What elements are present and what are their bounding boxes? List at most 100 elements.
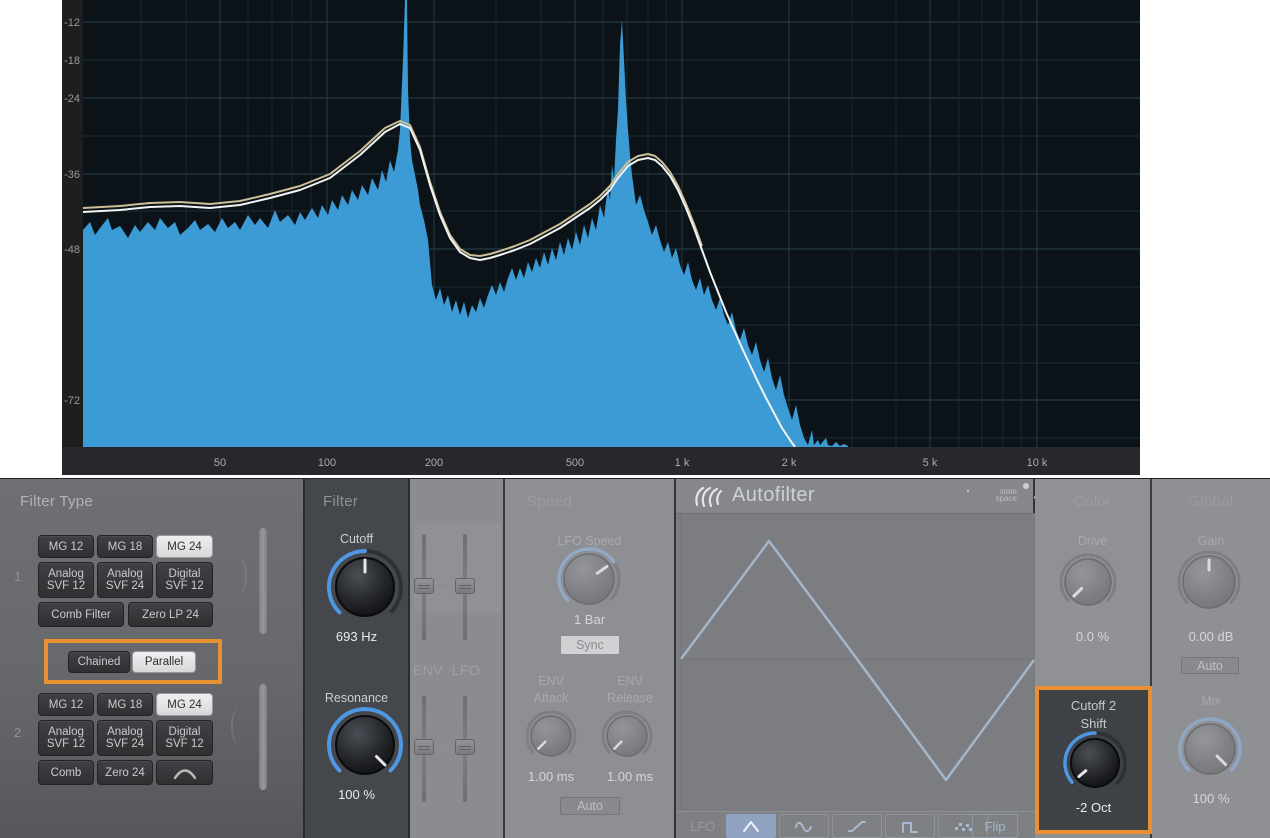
- lfo1-slider-handle[interactable]: [455, 578, 475, 594]
- decorative-arc: [231, 707, 247, 745]
- plugin-header: Autofilter statespace: [676, 479, 1033, 513]
- random-wave-icon: [953, 819, 973, 834]
- drive-label: Drive: [1035, 534, 1150, 548]
- plugin-title: Autofilter: [732, 484, 815, 507]
- env-release-knob[interactable]: [599, 708, 655, 764]
- color-section: Color Drive 0.0 % Cutoff 2 Shift -2 Oct: [1035, 479, 1152, 838]
- filter2-analog-svf12-button[interactable]: AnalogSVF 12: [38, 720, 94, 756]
- filter-title: Filter: [323, 493, 358, 510]
- gain-label: Gain: [1152, 534, 1270, 548]
- filter1-mg18-button[interactable]: MG 18: [97, 535, 153, 558]
- mod1-minus-sign: [439, 584, 451, 587]
- lfo-speed-knob[interactable]: [555, 545, 623, 613]
- filter1-analog-svf12-button[interactable]: AnalogSVF 12: [38, 562, 94, 598]
- triangle-wave-icon: [741, 819, 761, 834]
- svg-text:100: 100: [318, 457, 336, 469]
- filter2-morph-slider[interactable]: [259, 684, 267, 790]
- lfo-waveform-ramp-button[interactable]: [832, 814, 882, 838]
- drive-value: 0.0 %: [1035, 629, 1150, 644]
- lfo2-slider-handle[interactable]: [455, 739, 475, 755]
- gain-knob[interactable]: [1175, 548, 1243, 616]
- svg-text:500: 500: [566, 457, 584, 469]
- filter1-analog-svf24-button[interactable]: AnalogSVF 24: [97, 562, 153, 598]
- decorative-arc: [231, 557, 247, 595]
- env2-slider-handle[interactable]: [414, 739, 434, 755]
- ramp-wave-icon: [847, 819, 867, 834]
- cutoff-knob[interactable]: [325, 547, 405, 627]
- mod2-minus-sign: [439, 745, 451, 748]
- svg-text:50: 50: [214, 457, 226, 469]
- mix-value: 100 %: [1152, 791, 1270, 806]
- filter1-digital-svf12-button[interactable]: DigitalSVF 12: [156, 562, 213, 598]
- cutoff2-shift-group: Cutoff 2 Shift -2 Oct: [1035, 686, 1152, 834]
- svg-text:-36: -36: [64, 169, 80, 181]
- cutoff2-shift-knob[interactable]: [1061, 729, 1129, 797]
- env-attack-value: 1.00 ms: [511, 769, 591, 784]
- env-attack-label: ENVAttack: [511, 673, 591, 707]
- env-release-label: ENVRelease: [590, 673, 670, 707]
- lfo-bar-label: LFO: [690, 819, 715, 834]
- svg-text:-12: -12: [64, 17, 80, 29]
- filter2-mg18-button[interactable]: MG 18: [97, 693, 153, 716]
- mod-amount-section: ENV LFO: [410, 479, 505, 838]
- logo-dot: [967, 490, 969, 492]
- filter1-zero-lp24-button[interactable]: Zero LP 24: [128, 602, 213, 627]
- filter-type-section: Filter Type 1 MG 12 MG 18 MG 24 AnalogSV…: [0, 479, 305, 838]
- gain-value: 0.00 dB: [1152, 629, 1270, 644]
- filter1-mg24-button[interactable]: MG 24: [156, 535, 213, 558]
- drive-knob[interactable]: [1056, 550, 1120, 614]
- sine-wave-icon: [794, 819, 814, 834]
- lfo-waveform-square-button[interactable]: [885, 814, 935, 838]
- filter2-digital-svf12-button[interactable]: DigitalSVF 12: [156, 720, 213, 756]
- lfo-flip-button[interactable]: Flip: [972, 814, 1018, 838]
- filter1-morph-slider[interactable]: [259, 528, 267, 634]
- svg-text:-18: -18: [64, 55, 80, 67]
- lfo-waveform-triangle-button[interactable]: [726, 814, 776, 838]
- resonance-label: Resonance: [305, 691, 408, 705]
- plugin-control-panel: Filter Type 1 MG 12 MG 18 MG 24 AnalogSV…: [0, 478, 1270, 838]
- lfo-waveform-sine-button[interactable]: [779, 814, 829, 838]
- filter-mode-parallel-button[interactable]: Parallel: [132, 651, 196, 673]
- svg-text:5 k: 5 k: [923, 457, 938, 469]
- cutoff2-label-line1: Cutoff 2: [1039, 698, 1148, 713]
- resonance-value: 100 %: [305, 787, 408, 802]
- svg-text:-48: -48: [64, 244, 80, 256]
- bandpass-curve-icon: [171, 765, 199, 781]
- resonance-knob[interactable]: [325, 705, 405, 785]
- env-attack-knob[interactable]: [523, 708, 579, 764]
- cutoff2-value: -2 Oct: [1039, 800, 1148, 815]
- lfo-waveform-selector-bar: LFO Flip: [676, 811, 1035, 838]
- color-title: Color: [1035, 493, 1150, 510]
- speed-section: Speed LFO Speed 1 Bar Sync ENVAttack ENV…: [505, 479, 676, 838]
- filter1-comb-filter-button[interactable]: Comb Filter: [38, 602, 124, 627]
- lfo-speed-value: 1 Bar: [505, 612, 674, 627]
- svg-text:-24: -24: [64, 93, 80, 105]
- sync-button[interactable]: Sync: [560, 635, 620, 655]
- autofilter-plugin-window: -12 -18 -24 -36 -48 -72 50 100 200 500 1…: [0, 0, 1270, 838]
- cutoff-label: Cutoff: [305, 532, 408, 546]
- filter2-mg24-button[interactable]: MG 24: [156, 693, 213, 716]
- filter2-index-label: 2: [14, 725, 21, 740]
- filter2-mg12-button[interactable]: MG 12: [38, 693, 94, 716]
- cutoff-value: 693 Hz: [305, 629, 408, 644]
- env1-slider-handle[interactable]: [414, 578, 434, 594]
- mix-knob[interactable]: [1176, 715, 1244, 783]
- lfo-waveform-display: [676, 513, 1035, 812]
- spectrum-plot: -12 -18 -24 -36 -48 -72 50 100 200 500 1…: [62, 0, 1140, 475]
- filter2-bandpass-button[interactable]: [156, 760, 213, 785]
- filter-mode-chained-button[interactable]: Chained: [68, 651, 130, 673]
- lfo-display-section: Autofilter statespace LFO: [676, 479, 1035, 838]
- svg-text:2 k: 2 k: [782, 457, 797, 469]
- filter2-zero24-button[interactable]: Zero 24: [97, 760, 153, 785]
- logo-dot: [1023, 483, 1029, 489]
- filter2-comb-button[interactable]: Comb: [38, 760, 94, 785]
- global-section: Global Gain 0.00 dB Auto Mix 100 %: [1152, 479, 1270, 838]
- filter2-analog-svf24-button[interactable]: AnalogSVF 24: [97, 720, 153, 756]
- filter1-mg12-button[interactable]: MG 12: [38, 535, 94, 558]
- filter-type-title: Filter Type: [20, 493, 93, 510]
- gain-auto-button[interactable]: Auto: [1181, 657, 1239, 674]
- lfo-triangle-wave: [681, 541, 1034, 780]
- mod-sliders-highlight: [414, 523, 501, 613]
- state-space-logo: statespace: [977, 488, 1017, 502]
- speed-auto-button[interactable]: Auto: [560, 797, 620, 815]
